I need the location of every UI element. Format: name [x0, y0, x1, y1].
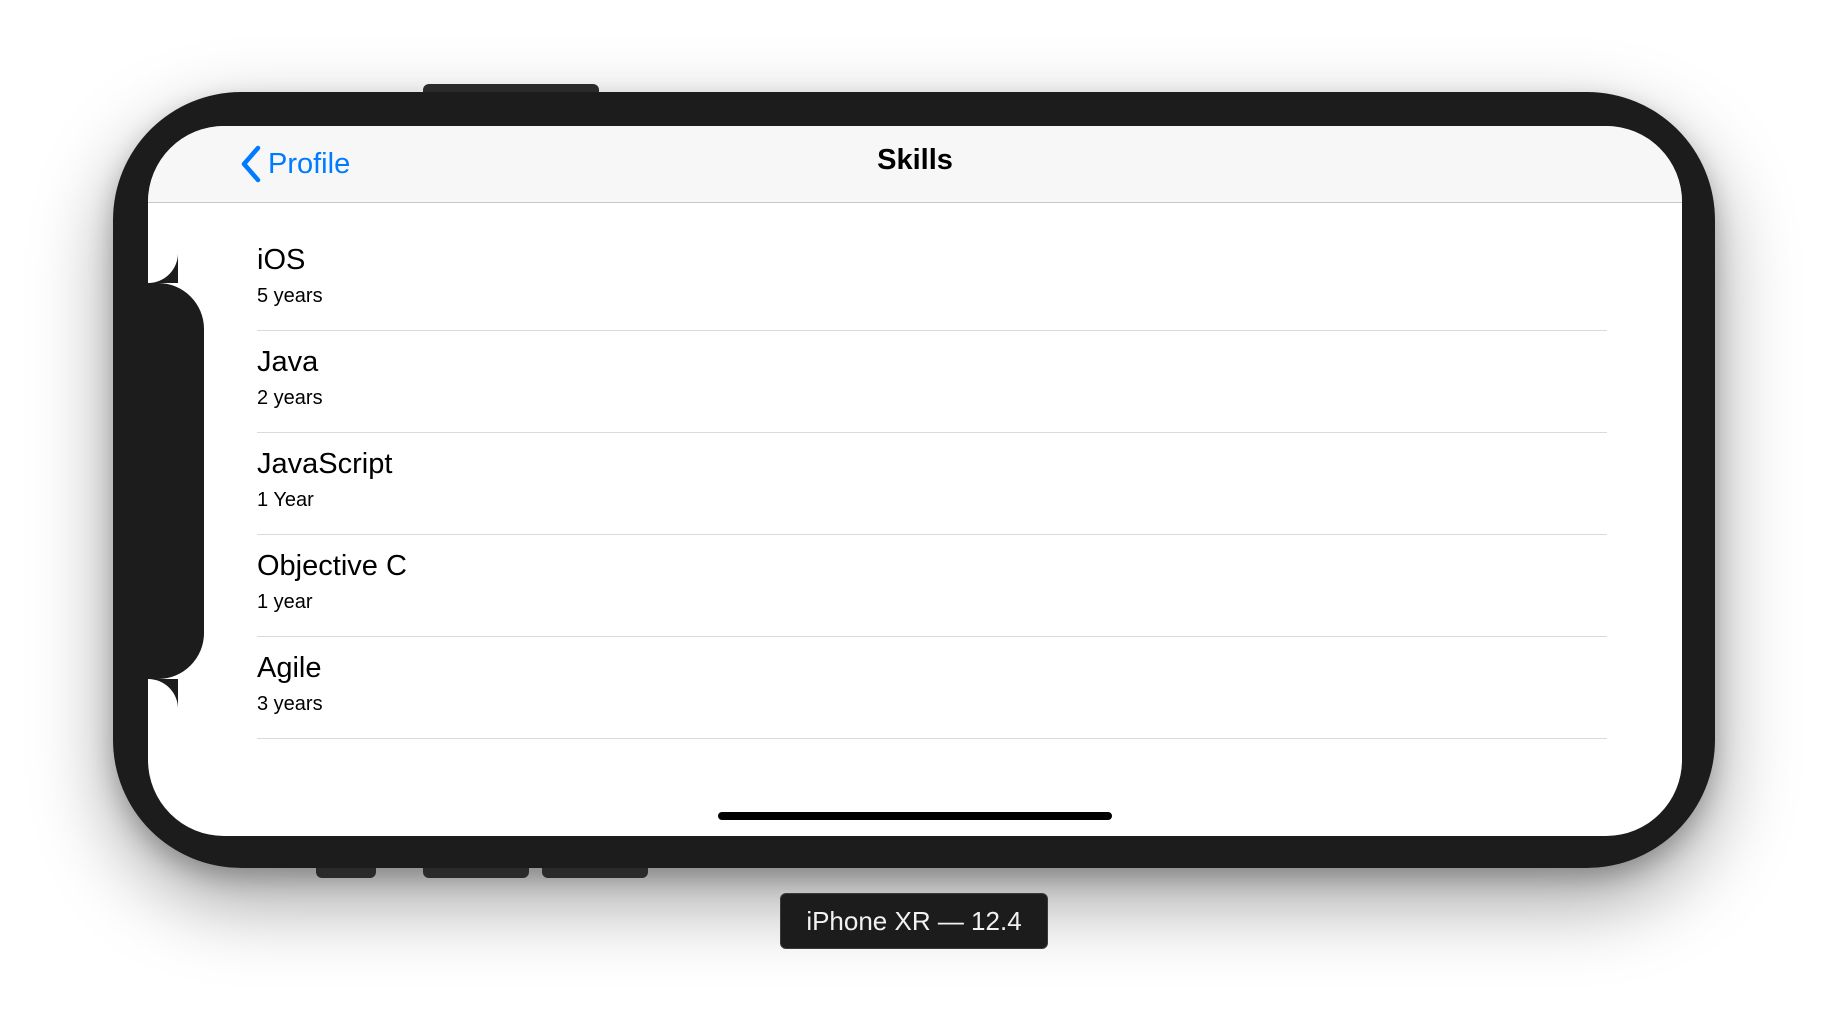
skill-duration: 1 Year [257, 489, 314, 511]
list-item[interactable]: JavaScript 1 Year [257, 433, 1607, 535]
list-item[interactable]: Agile 3 years [257, 637, 1607, 739]
home-indicator[interactable] [718, 812, 1112, 820]
notch-corner-top [148, 253, 178, 283]
skill-name: Java [257, 346, 319, 378]
skills-list: iOS 5 years Java 2 years JavaScript 1 Ye… [257, 229, 1607, 739]
page-title: Skills [877, 144, 953, 176]
sensor-notch [148, 283, 204, 679]
navigation-bar: Profile Skills [148, 126, 1682, 203]
skill-duration: 3 years [257, 693, 323, 715]
skill-name: Agile [257, 652, 322, 684]
skill-duration: 1 year [257, 591, 313, 613]
list-item[interactable]: Objective C 1 year [257, 535, 1607, 637]
list-item[interactable]: iOS 5 years [257, 229, 1607, 331]
skill-name: iOS [257, 244, 306, 276]
notch-corner-bottom [148, 679, 178, 709]
simulator-device-label: iPhone XR — 12.4 [780, 893, 1048, 949]
skill-name: JavaScript [257, 448, 393, 480]
skill-duration: 5 years [257, 285, 323, 307]
list-item[interactable]: Java 2 years [257, 331, 1607, 433]
skill-name: Objective C [257, 550, 407, 582]
device-screen: Profile Skills iOS 5 years Java 2 years … [148, 126, 1682, 836]
skill-duration: 2 years [257, 387, 323, 409]
